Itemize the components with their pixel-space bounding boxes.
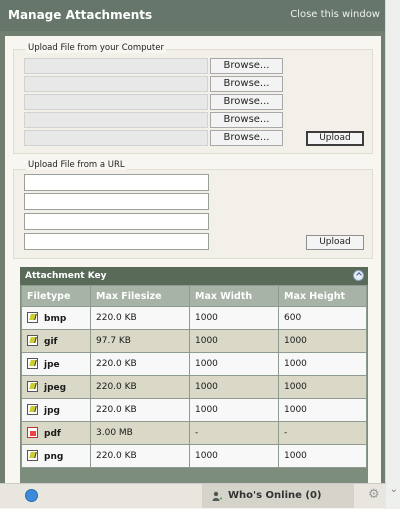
upload-computer-legend: Upload File from your Computer — [26, 43, 166, 53]
max-width-cell: 1000 — [189, 306, 279, 330]
max-height-cell: 1000 — [278, 329, 367, 353]
browse-button[interactable]: Browse... — [210, 112, 283, 128]
max-filesize-cell: 220.0 KB — [90, 306, 190, 330]
filetype-cell: jpg — [21, 398, 91, 422]
max-width-cell: 1000 — [189, 352, 279, 376]
max-filesize-cell: 220.0 KB — [90, 444, 190, 468]
table-row: gif 97.7 KB 1000 1000 — [21, 329, 367, 353]
url-input[interactable] — [24, 213, 209, 230]
table-row: pdf 3.00 MB - - — [21, 421, 367, 445]
max-filesize-cell: 220.0 KB — [90, 352, 190, 376]
max-width-cell: - — [189, 421, 279, 445]
max-width-cell: 1000 — [189, 444, 279, 468]
attachment-key-title: Attachment Key — [25, 271, 107, 281]
filetype-label: png — [44, 452, 64, 462]
table-row: jpg 220.0 KB 1000 1000 — [21, 398, 367, 422]
url-input[interactable] — [24, 233, 209, 250]
column-header: Max Height — [278, 285, 367, 307]
max-height-cell: 600 — [278, 306, 367, 330]
max-filesize-cell: 3.00 MB — [90, 421, 190, 445]
max-height-cell: 1000 — [278, 398, 367, 422]
column-header: Filetype — [21, 285, 91, 307]
file-path-field[interactable] — [24, 112, 208, 128]
table-row: jpe 220.0 KB 1000 1000 — [21, 352, 367, 376]
max-height-cell: 1000 — [278, 352, 367, 376]
max-height-cell: 1000 — [278, 375, 367, 399]
title-bar: Manage Attachments Close this window — [0, 0, 386, 32]
filetype-cell: png — [21, 444, 91, 468]
globe-icon[interactable] — [25, 489, 38, 502]
column-header: Max Filesize — [90, 285, 190, 307]
max-width-cell: 1000 — [189, 329, 279, 353]
max-height-cell: - — [278, 421, 367, 445]
filetype-cell: gif — [21, 329, 91, 353]
table-row: jpeg 220.0 KB 1000 1000 — [21, 375, 367, 399]
browse-button[interactable]: Browse... — [210, 58, 283, 74]
max-width-cell: 1000 — [189, 375, 279, 399]
gear-icon[interactable]: ⚙ — [368, 488, 381, 501]
whos-online-label[interactable]: Who's Online (0) — [228, 490, 321, 501]
image-file-icon — [27, 450, 38, 461]
column-header: Max Width — [189, 285, 279, 307]
max-filesize-cell: 220.0 KB — [90, 398, 190, 422]
file-path-field[interactable] — [24, 94, 208, 110]
max-filesize-cell: 97.7 KB — [90, 329, 190, 353]
user-icon — [212, 491, 222, 501]
filetype-cell: jpeg — [21, 375, 91, 399]
attachment-key-table: Filetype Max Filesize Max Width Max Heig… — [21, 285, 367, 468]
image-file-icon — [27, 404, 38, 415]
url-input[interactable] — [24, 193, 209, 210]
close-window-link[interactable]: Close this window — [290, 9, 380, 20]
image-file-icon — [27, 312, 38, 323]
url-input[interactable] — [24, 174, 209, 191]
table-header-row: Filetype Max Filesize Max Width Max Heig… — [21, 285, 367, 307]
filetype-label: pdf — [44, 429, 61, 439]
pdf-file-icon — [27, 427, 38, 438]
attachment-key-header: Attachment Key — [20, 267, 368, 285]
browse-button[interactable]: Browse... — [210, 94, 283, 110]
filetype-cell: jpe — [21, 352, 91, 376]
max-width-cell: 1000 — [189, 398, 279, 422]
filetype-label: jpg — [44, 406, 60, 416]
upload-url-legend: Upload File from a URL — [26, 160, 127, 170]
manage-attachments-window: Manage Attachments Close this window Upl… — [0, 0, 400, 509]
attachment-key-panel: Attachment Key Filetype Max Filesize Max… — [20, 267, 368, 483]
file-path-field[interactable] — [24, 58, 208, 74]
max-filesize-cell: 220.0 KB — [90, 375, 190, 399]
image-file-icon — [27, 335, 38, 346]
vertical-scrollbar[interactable]: ⌄ — [385, 0, 400, 509]
upload-url-button[interactable]: Upload — [306, 235, 364, 250]
upload-computer-button[interactable]: Upload — [306, 131, 364, 146]
footer-bar: Who's Online (0) ⚙ — [0, 483, 386, 508]
browse-button[interactable]: Browse... — [210, 76, 283, 92]
filetype-label: jpe — [44, 360, 60, 370]
collapse-icon[interactable] — [353, 270, 364, 281]
file-path-field[interactable] — [24, 76, 208, 92]
max-height-cell: 1000 — [278, 444, 367, 468]
table-row: png 220.0 KB 1000 1000 — [21, 444, 367, 468]
window-title: Manage Attachments — [8, 8, 153, 22]
filetype-label: bmp — [44, 314, 67, 324]
filetype-cell: bmp — [21, 306, 91, 330]
file-path-field[interactable] — [24, 130, 208, 146]
filetype-cell: pdf — [21, 421, 91, 445]
image-file-icon — [27, 358, 38, 369]
table-row: bmp 220.0 KB 1000 600 — [21, 306, 367, 330]
image-file-icon — [27, 381, 38, 392]
filetype-label: gif — [44, 337, 58, 347]
chevron-down-icon[interactable]: ⌄ — [390, 484, 398, 495]
filetype-label: jpeg — [44, 383, 67, 393]
browse-button[interactable]: Browse... — [210, 130, 283, 146]
content-panel: Upload File from your Computer Browse...… — [5, 36, 381, 483]
